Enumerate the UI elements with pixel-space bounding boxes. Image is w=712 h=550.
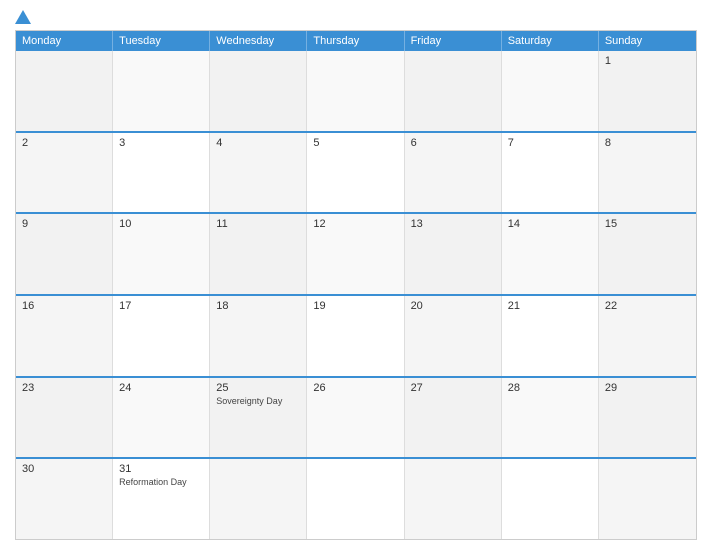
calendar-day [599,459,696,539]
day-number: 10 [119,218,203,230]
day-number: 26 [313,382,397,394]
day-number: 16 [22,300,106,312]
calendar-header-cell: Sunday [599,31,696,51]
day-number: 12 [313,218,397,230]
calendar-day: 25 Sovereignty Day [210,378,307,458]
day-number: 25 [216,382,300,394]
calendar-day [210,51,307,131]
day-event: Reformation Day [119,477,203,489]
calendar-day [113,51,210,131]
calendar-day: 4 [210,133,307,213]
day-number: 23 [22,382,106,394]
calendar-day: 19 [307,296,404,376]
page: MondayTuesdayWednesdayThursdayFridaySatu… [0,0,712,550]
day-number: 5 [313,137,397,149]
calendar-header-cell: Thursday [307,31,404,51]
logo-blue-bar [15,10,33,24]
calendar-week: 1 [16,51,696,131]
calendar-day: 21 [502,296,599,376]
calendar-day: 12 [307,214,404,294]
calendar-day: 1 [599,51,696,131]
day-event: Sovereignty Day [216,396,300,408]
calendar-day [16,51,113,131]
calendar-day: 2 [16,133,113,213]
day-number: 13 [411,218,495,230]
day-number: 28 [508,382,592,394]
calendar-header-cell: Tuesday [113,31,210,51]
calendar-day: 14 [502,214,599,294]
calendar-day: 17 [113,296,210,376]
day-number: 29 [605,382,690,394]
day-number: 15 [605,218,690,230]
day-number: 20 [411,300,495,312]
calendar-day: 23 [16,378,113,458]
header [15,10,697,24]
calendar-header-cell: Friday [405,31,502,51]
calendar-day: 22 [599,296,696,376]
day-number: 19 [313,300,397,312]
day-number: 27 [411,382,495,394]
day-number: 30 [22,463,106,475]
calendar-day: 6 [405,133,502,213]
day-number: 17 [119,300,203,312]
calendar-day [307,459,404,539]
calendar-header-cell: Wednesday [210,31,307,51]
calendar-day [210,459,307,539]
calendar-day: 3 [113,133,210,213]
day-number: 31 [119,463,203,475]
calendar-body: 1234567891011121314151617181920212223242… [16,51,696,539]
calendar-day [405,51,502,131]
calendar-day [307,51,404,131]
calendar-day: 9 [16,214,113,294]
calendar-week: 2 3 4 5 6 7 8 [16,131,696,213]
day-number: 22 [605,300,690,312]
calendar-header-row: MondayTuesdayWednesdayThursdayFridaySatu… [16,31,696,51]
calendar-day: 11 [210,214,307,294]
day-number: 4 [216,137,300,149]
calendar-day: 18 [210,296,307,376]
day-number: 24 [119,382,203,394]
calendar-day: 5 [307,133,404,213]
day-number: 3 [119,137,203,149]
calendar-day: 13 [405,214,502,294]
calendar-day: 24 [113,378,210,458]
calendar-day: 30 [16,459,113,539]
day-number: 11 [216,218,300,230]
calendar-day: 7 [502,133,599,213]
day-number: 14 [508,218,592,230]
calendar-day: 31 Reformation Day [113,459,210,539]
calendar-day: 20 [405,296,502,376]
calendar-day [502,51,599,131]
calendar-week: 23 24 25 Sovereignty Day 26 27 28 29 [16,376,696,458]
day-number: 21 [508,300,592,312]
calendar-week: 9 10 11 12 13 14 15 [16,212,696,294]
day-number: 7 [508,137,592,149]
day-number: 18 [216,300,300,312]
calendar-header-cell: Saturday [502,31,599,51]
calendar-day: 16 [16,296,113,376]
calendar-day: 29 [599,378,696,458]
calendar-week: 30 31 Reformation Day [16,457,696,539]
day-number: 9 [22,218,106,230]
calendar-day: 15 [599,214,696,294]
day-number: 6 [411,137,495,149]
day-number: 1 [605,55,690,67]
calendar-header-cell: Monday [16,31,113,51]
calendar: MondayTuesdayWednesdayThursdayFridaySatu… [15,30,697,540]
logo [15,10,33,24]
calendar-day: 8 [599,133,696,213]
calendar-day [502,459,599,539]
day-number: 2 [22,137,106,149]
calendar-day [405,459,502,539]
calendar-day: 28 [502,378,599,458]
calendar-week: 16 17 18 19 20 21 22 [16,294,696,376]
calendar-day: 10 [113,214,210,294]
day-number: 8 [605,137,690,149]
calendar-day: 27 [405,378,502,458]
calendar-day: 26 [307,378,404,458]
logo-triangle-icon [15,10,31,24]
